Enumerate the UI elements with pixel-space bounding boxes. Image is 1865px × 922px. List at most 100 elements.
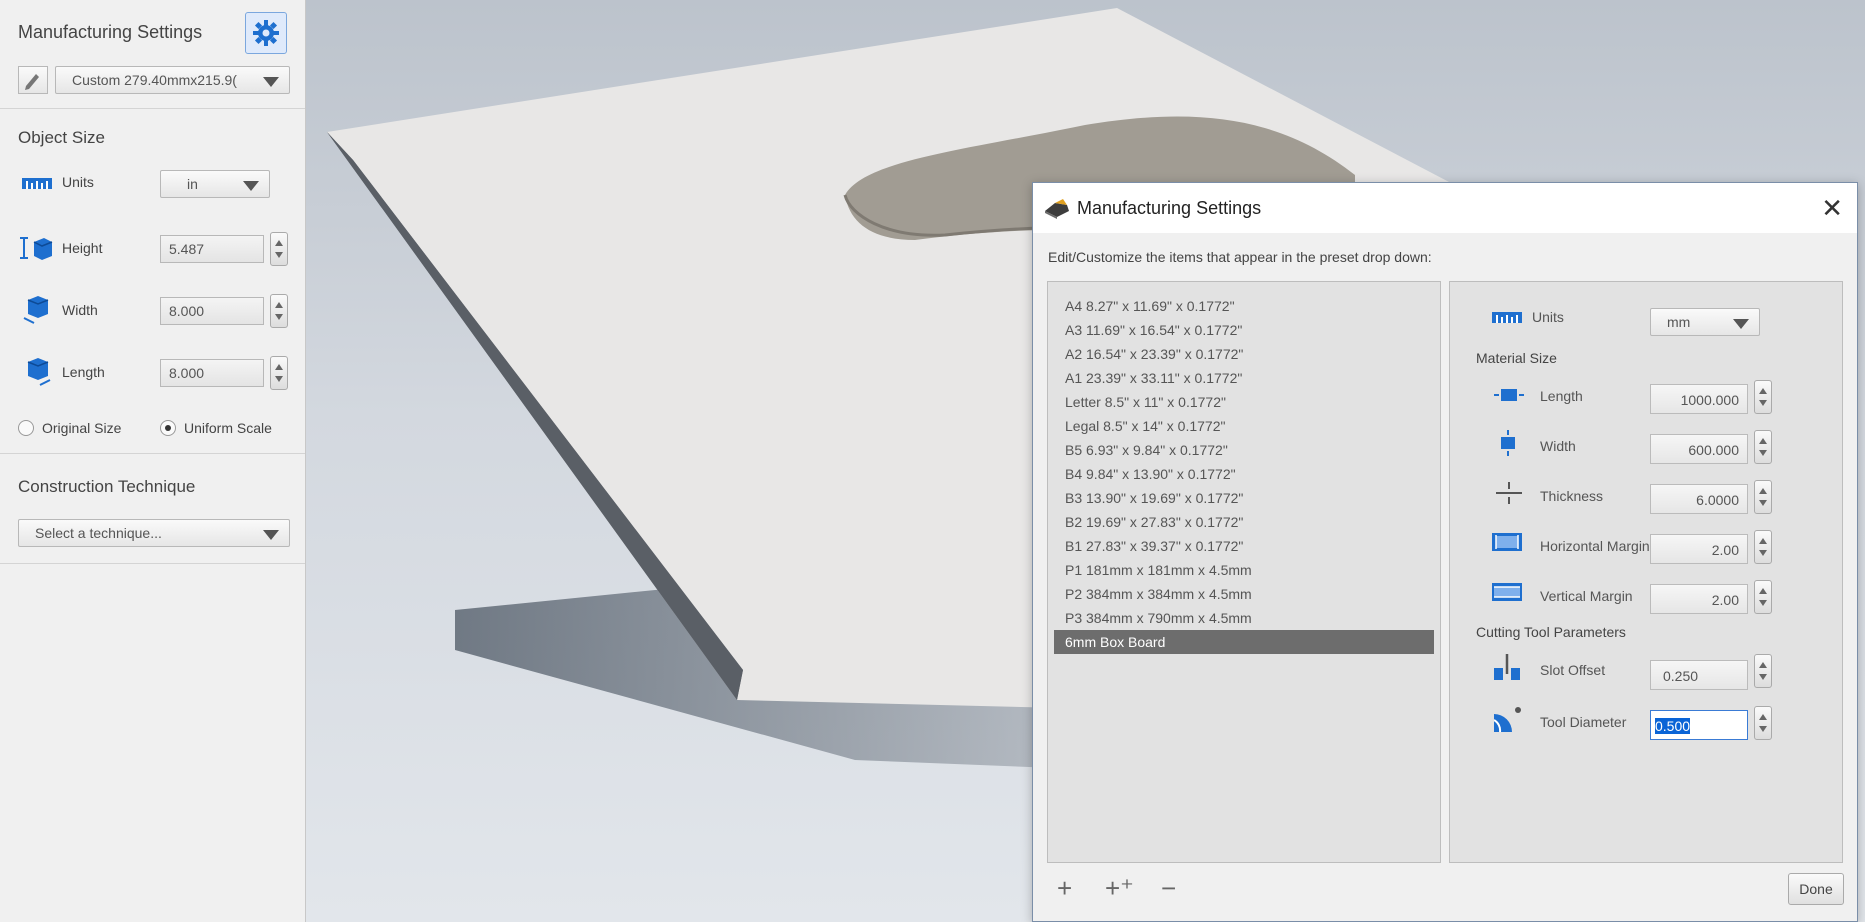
preset-item[interactable]: A1 23.39" x 33.11" x 0.1772": [1054, 366, 1434, 390]
gear-icon: [253, 20, 279, 46]
dialog-instruction: Edit/Customize the items that appear in …: [1048, 249, 1432, 265]
length-stepper[interactable]: [1754, 380, 1772, 414]
chevron-down-icon: [263, 530, 279, 540]
thickness-stepper[interactable]: [1754, 480, 1772, 514]
preset-item[interactable]: Letter 8.5" x 11" x 0.1772": [1054, 390, 1434, 414]
thickness-input[interactable]: 6.0000: [1650, 484, 1748, 514]
tool-diameter-value: 0.500: [1655, 718, 1691, 734]
preset-list[interactable]: A4 8.27" x 11.69" x 0.1772" A3 11.69" x 1…: [1047, 281, 1441, 863]
units-dropdown-value: in: [187, 176, 198, 192]
dialog-titlebar: Manufacturing Settings ✕: [1033, 183, 1857, 233]
preset-dropdown-value: Custom 279.40mmx215.9(: [72, 72, 237, 88]
ruler-icon: [1492, 312, 1522, 323]
preset-item[interactable]: B3 13.90" x 19.69" x 0.1772": [1054, 486, 1434, 510]
panel-title: Manufacturing Settings: [18, 22, 203, 42]
original-size-option[interactable]: Original Size: [18, 420, 121, 436]
units-label: Units: [62, 174, 94, 190]
length-input[interactable]: 8.000: [160, 359, 264, 387]
done-button[interactable]: Done: [1788, 873, 1844, 905]
duplicate-preset-button[interactable]: +⁺: [1105, 873, 1134, 904]
preset-dropdown[interactable]: Custom 279.40mmx215.9(: [55, 66, 290, 94]
preset-item[interactable]: Legal 8.5" x 14" x 0.1772": [1054, 414, 1434, 438]
close-icon[interactable]: ✕: [1821, 193, 1843, 224]
uniform-scale-option[interactable]: Uniform Scale: [160, 420, 272, 436]
units-dropdown[interactable]: mm: [1650, 308, 1760, 336]
construction-heading: Construction Technique: [18, 477, 196, 496]
length-icon: [1494, 389, 1524, 401]
edit-preset-button[interactable]: [18, 66, 48, 94]
technique-dropdown[interactable]: Select a technique...: [18, 519, 290, 547]
vertical-margin-icon: [1492, 583, 1522, 601]
panel-header: Manufacturing Settings Custom 279.40mmx2…: [0, 0, 305, 109]
height-label: Height: [62, 240, 103, 256]
units-dropdown-value: mm: [1667, 314, 1691, 330]
height-input[interactable]: 5.487: [160, 235, 264, 263]
uniform-scale-radio[interactable]: [160, 420, 176, 436]
width-stepper[interactable]: [1754, 430, 1772, 464]
object-size-section: Object Size Units in Height 5.487 Width …: [0, 108, 305, 454]
horizontal-margin-label: Horizontal Margin: [1540, 538, 1650, 554]
settings-button[interactable]: [245, 12, 287, 54]
uniform-scale-label: Uniform Scale: [184, 420, 272, 436]
construction-section: Construction Technique Select a techniqu…: [0, 453, 305, 564]
preset-properties: Units mm Material Size Length 1000.000 W…: [1449, 281, 1843, 863]
dialog-title: Manufacturing Settings: [1077, 198, 1262, 218]
preset-item[interactable]: A4 8.27" x 11.69" x 0.1772": [1054, 294, 1434, 318]
preset-item[interactable]: B5 6.93" x 9.84" x 0.1772": [1054, 438, 1434, 462]
chevron-down-icon: [243, 181, 259, 191]
object-size-heading: Object Size: [18, 128, 105, 147]
preset-item[interactable]: P3 384mm x 790mm x 4.5mm: [1054, 606, 1434, 630]
height-icon: [20, 237, 53, 260]
horizontal-margin-stepper[interactable]: [1754, 530, 1772, 564]
width-icon: [1501, 430, 1515, 456]
horizontal-margin-input[interactable]: 2.00: [1650, 534, 1748, 564]
slot-offset-icon: [1494, 654, 1520, 680]
tool-diameter-label: Tool Diameter: [1540, 714, 1627, 730]
tool-diameter-icon: [1494, 707, 1521, 732]
width-label: Width: [1540, 438, 1576, 454]
slot-offset-input[interactable]: 0.250: [1650, 660, 1748, 690]
length-label: Length: [1540, 388, 1583, 404]
material-size-heading: Material Size: [1476, 350, 1557, 366]
height-stepper[interactable]: [270, 232, 288, 266]
app-icon: [1045, 199, 1069, 219]
preset-item[interactable]: B2 19.69" x 27.83" x 0.1772": [1054, 510, 1434, 534]
chevron-down-icon: [263, 77, 279, 87]
length-stepper[interactable]: [270, 356, 288, 390]
length-input[interactable]: 1000.000: [1650, 384, 1748, 414]
preset-item[interactable]: P1 181mm x 181mm x 4.5mm: [1054, 558, 1434, 582]
units-dropdown[interactable]: in: [160, 170, 270, 198]
slot-offset-stepper[interactable]: [1754, 654, 1772, 688]
width-input[interactable]: 8.000: [160, 297, 264, 325]
thickness-icon: [1496, 482, 1522, 504]
length-icon: [27, 358, 51, 386]
tool-diameter-stepper[interactable]: [1754, 706, 1772, 740]
preset-item[interactable]: B1 27.83" x 39.37" x 0.1772": [1054, 534, 1434, 558]
original-size-radio[interactable]: [18, 420, 34, 436]
width-stepper[interactable]: [270, 294, 288, 328]
width-icon: [23, 296, 49, 324]
tool-diameter-input[interactable]: 0.500: [1650, 710, 1748, 740]
left-panel: Manufacturing Settings Custom 279.40mmx2…: [0, 0, 306, 922]
original-size-label: Original Size: [42, 420, 122, 436]
preset-item[interactable]: B4 9.84" x 13.90" x 0.1772": [1054, 462, 1434, 486]
vertical-margin-label: Vertical Margin: [1540, 588, 1633, 604]
length-label: Length: [62, 364, 105, 380]
preset-item[interactable]: P2 384mm x 384mm x 4.5mm: [1054, 582, 1434, 606]
vertical-margin-stepper[interactable]: [1754, 580, 1772, 614]
preset-item[interactable]: 6mm Box Board: [1054, 630, 1434, 654]
add-preset-button[interactable]: +: [1057, 873, 1072, 904]
width-input[interactable]: 600.000: [1650, 434, 1748, 464]
width-label: Width: [62, 302, 98, 318]
cutting-tool-heading: Cutting Tool Parameters: [1476, 624, 1626, 640]
technique-dropdown-value: Select a technique...: [35, 525, 162, 541]
vertical-margin-input[interactable]: 2.00: [1650, 584, 1748, 614]
preset-item[interactable]: A3 11.69" x 16.54" x 0.1772": [1054, 318, 1434, 342]
manufacturing-settings-dialog: Manufacturing Settings ✕ Edit/Customize …: [1032, 182, 1858, 922]
pencil-icon: [25, 74, 39, 90]
remove-preset-button[interactable]: −: [1161, 873, 1176, 904]
horizontal-margin-icon: [1492, 533, 1522, 551]
chevron-down-icon: [1733, 319, 1749, 329]
slot-offset-label: Slot Offset: [1540, 662, 1606, 678]
preset-item[interactable]: A2 16.54" x 23.39" x 0.1772": [1054, 342, 1434, 366]
